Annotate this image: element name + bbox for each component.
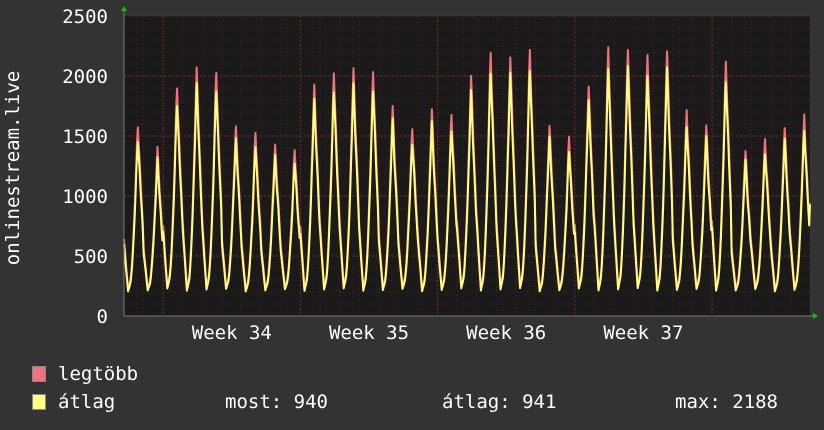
- stat-current: most: 940: [225, 391, 328, 413]
- legend-label: legtöbb: [58, 363, 139, 385]
- x-tick-label: Week 37: [603, 322, 683, 344]
- legend-item-max: legtöbb: [30, 360, 810, 388]
- legend: legtöbb átlag most: 940 átlag: 941 max: …: [30, 360, 810, 416]
- x-axis-arrow-icon: [813, 313, 818, 319]
- legend-item-avg: átlag most: 940 átlag: 941 max: 2188: [30, 388, 810, 416]
- legend-swatch-max: [32, 366, 46, 382]
- legend-label: átlag: [58, 391, 116, 413]
- y-axis-arrow-icon: [121, 6, 127, 11]
- stat-average: átlag: 941: [442, 391, 557, 413]
- legend-swatch-avg: [32, 394, 46, 410]
- y-axis-label: onlinestream.live: [2, 71, 24, 265]
- x-tick-label: Week 34: [192, 322, 272, 344]
- y-tick-label: 1500: [62, 126, 108, 148]
- y-tick-label: 0: [97, 306, 108, 328]
- y-tick-label: 1000: [62, 186, 108, 208]
- x-tick-label: Week 36: [466, 322, 546, 344]
- x-tick-label: Week 35: [329, 322, 409, 344]
- y-tick-label: 2000: [62, 66, 108, 88]
- stat-max: max: 2188: [675, 391, 778, 413]
- y-tick-label: 2500: [62, 6, 108, 28]
- y-tick-label: 500: [74, 246, 108, 268]
